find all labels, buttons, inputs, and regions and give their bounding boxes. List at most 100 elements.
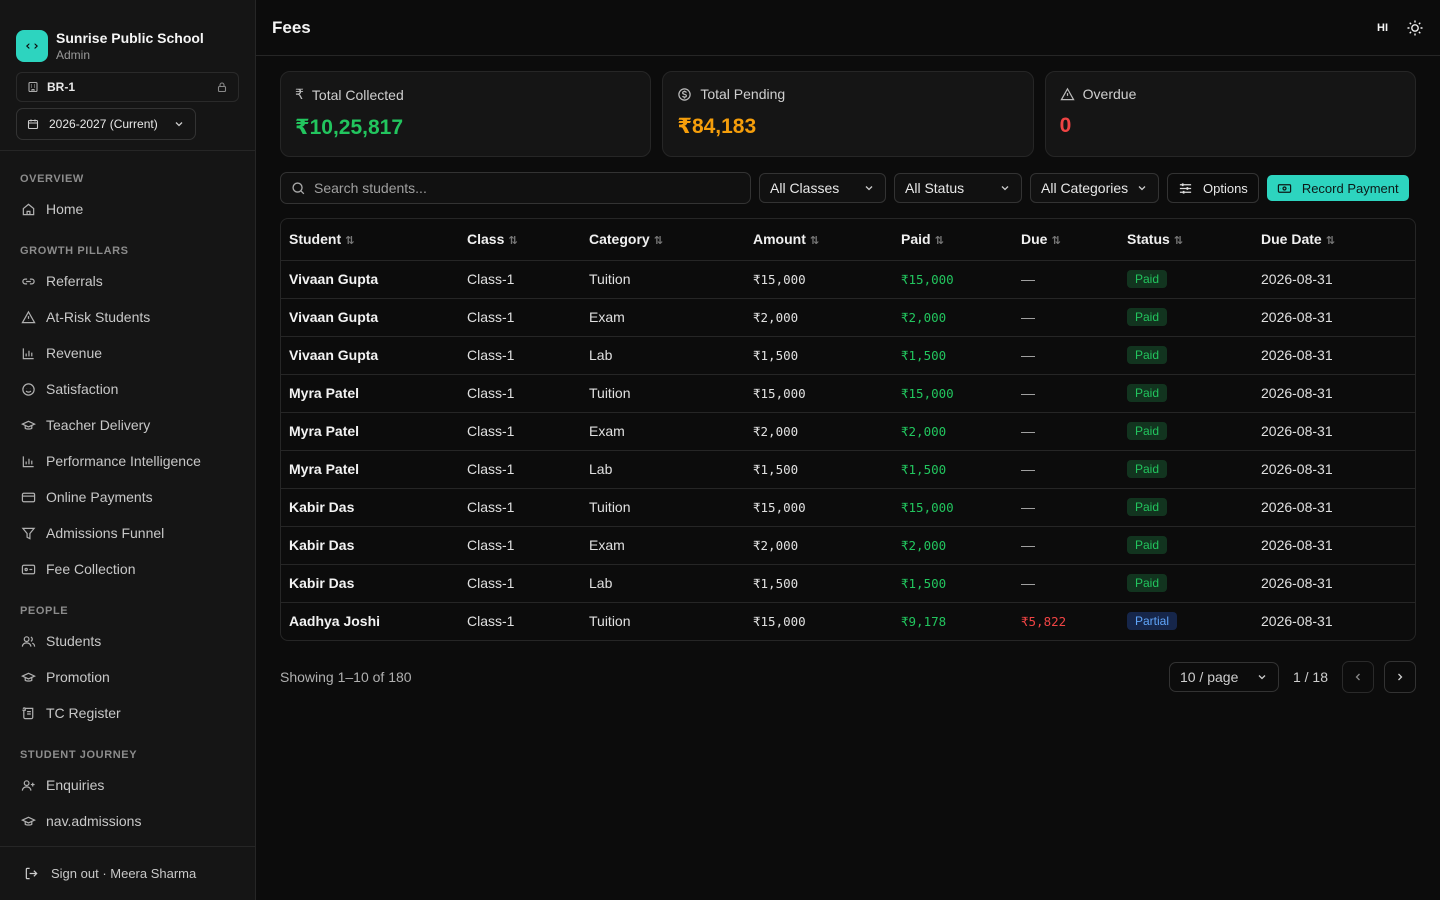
options-button[interactable]: Options [1167,173,1259,203]
sign-out-button[interactable]: Sign out · Meera Sharma [0,846,255,900]
column-header-status[interactable]: Status ⇅ [1119,219,1253,261]
paid-cell: ₹1,500 [893,450,1013,489]
main-content: Fees HI ₹ Total Collected ₹10,25,817 Tot… [256,0,1440,900]
status-badge: Paid [1127,308,1168,326]
status-filter-select[interactable]: All Status [894,173,1022,203]
code-logo-icon: ‹› [16,30,48,62]
column-header-category[interactable]: Category ⇅ [581,219,745,261]
total-pending-card: Total Pending ₹84,183 [662,71,1034,157]
sidebar-item-at-risk-students[interactable]: At-Risk Students [0,299,255,335]
status-badge: Paid [1127,574,1168,592]
table-row[interactable]: Kabir Das Class-1 Tuition ₹15,000 ₹15,000— Pa… [281,488,1415,527]
link-icon [20,273,36,289]
search-icon [291,181,306,196]
student-cell: Myra Patel [281,450,459,489]
record-payment-button[interactable]: Record Payment [1266,175,1409,201]
category-cell: Tuition [581,260,745,299]
sidebar-item-fee-collection[interactable]: Fee Collection [0,551,255,587]
student-cell: Myra Patel [281,412,459,451]
sidebar-item-tc-register[interactable]: TC Register [0,695,255,731]
table-row[interactable]: Vivaan Gupta Class-1 Exam ₹2,000 ₹2,000— Paid… [281,298,1415,337]
sun-icon[interactable] [1406,19,1424,37]
banknote-icon [1277,181,1292,196]
sidebar-item-revenue[interactable]: Revenue [0,335,255,371]
sidebar-item-label: Teacher Delivery [46,417,151,433]
prev-page-button[interactable] [1342,661,1374,693]
column-header-paid[interactable]: Paid ⇅ [893,219,1013,261]
chevron-down-icon [863,182,875,194]
sidebar-item-admissions-funnel[interactable]: Admissions Funnel [0,515,255,551]
amount-cell: ₹15,000 [745,374,893,413]
sidebar-item-satisfaction[interactable]: Satisfaction [0,371,255,407]
sidebar-item-referrals[interactable]: Referrals [0,263,255,299]
table-row[interactable]: Myra Patel Class-1 Tuition ₹15,000 ₹15,000— P… [281,374,1415,413]
student-cell: Vivaan Gupta [281,260,459,299]
table-row[interactable]: Vivaan Gupta Class-1 Tuition ₹15,000 ₹15,000… [281,260,1415,299]
table-row[interactable]: Myra Patel Class-1 Exam ₹2,000 ₹2,000— Paid 20… [281,412,1415,451]
smile-icon [20,381,36,397]
wallet-icon [20,561,36,577]
paid-cell: ₹9,178 [901,613,947,629]
sidebar-item-admissions[interactable]: nav.admissions [0,803,255,839]
sidebar-item-home[interactable]: Home [0,191,255,227]
due-cell: — [1013,260,1119,299]
class-cell: Class-1 [459,260,581,299]
sort-icon: ⇅ [508,235,518,248]
amount-cell: ₹1,500 [745,564,893,603]
next-page-button[interactable] [1384,661,1416,693]
sidebar-item-enquiries[interactable]: Enquiries [0,767,255,803]
search-input[interactable] [314,180,714,196]
per-page-select[interactable]: 10 / page [1168,662,1279,692]
class-filter-select[interactable]: All Classes [759,173,886,203]
language-toggle[interactable]: HI [1377,22,1388,34]
table-row[interactable]: Myra Patel Class-1 Lab ₹1,500 ₹1,500— Paid 202… [281,450,1415,489]
column-header-due[interactable]: Due ⇅ [1013,219,1119,261]
branch-selector[interactable]: BR-1 [16,72,239,102]
chevron-down-icon [1136,182,1148,194]
class-cell: Class-1 [459,526,581,565]
sidebar-item-label: Home [46,201,84,217]
class-cell: Class-1 [459,374,581,413]
category-cell: Tuition [581,374,745,413]
column-header-class[interactable]: Class ⇅ [459,219,581,261]
class-cell: Class-1 [459,298,581,337]
chevron-left-icon [1352,671,1364,683]
status-filter-label: All Status [905,180,965,196]
warning-icon [20,309,36,325]
due-date-cell: 2026-08-31 [1253,260,1415,299]
status-cell: Paid [1119,374,1253,413]
sidebar-item-promotion[interactable]: Promotion [0,659,255,695]
table-row[interactable]: Kabir Das Class-1 Exam ₹2,000 ₹2,000— Paid 202… [281,526,1415,565]
dollar-circle-icon [677,87,692,102]
table-row[interactable]: Vivaan Gupta Class-1 Lab ₹1,500 ₹1,500— Paid 2… [281,336,1415,375]
record-payment-label: Record Payment [1301,180,1399,196]
table-row[interactable]: Aadhya Joshi Class-1 Tuition ₹15,000 ₹9,178 ₹… [281,602,1415,640]
due-cell: — [1013,412,1119,451]
options-label: Options [1203,180,1248,196]
column-header-student[interactable]: Student ⇅ [281,219,459,261]
category-cell: Tuition [581,488,745,527]
paid-cell: ₹1,500 [893,564,1013,603]
total-collected-card: ₹ Total Collected ₹10,25,817 [280,71,652,157]
status-badge: Paid [1127,536,1168,554]
academic-year-select[interactable]: 2026-2027 (Current) [16,108,196,140]
sidebar-item-online-payments[interactable]: Online Payments [0,479,255,515]
sidebar-item-performance-intelligence[interactable]: Performance Intelligence [0,443,255,479]
total-collected-label: Total Collected [311,86,404,103]
category-cell: Tuition [589,613,631,630]
fees-table: Student ⇅ Class ⇅ Category ⇅ Amount ⇅ Paid ⇅ … [280,218,1416,641]
sidebar-item-students[interactable]: Students [0,623,255,659]
category-filter-select[interactable]: All Categories [1030,173,1159,203]
column-header-due-date[interactable]: Due Date ⇅ [1253,219,1415,261]
graduation-cap-icon [20,813,36,829]
class-cell: Class-1 [459,412,581,451]
chevron-down-icon [173,118,185,130]
column-header-amount[interactable]: Amount ⇅ [745,219,893,261]
sidebar-item-teacher-delivery[interactable]: Teacher Delivery [0,407,255,443]
table-row[interactable]: Kabir Das Class-1 Lab ₹1,500 ₹1,500— Paid 2026… [281,564,1415,603]
sidebar-item-label: Enquiries [46,777,105,793]
funnel-icon [20,525,36,541]
category-cell: Exam [581,298,745,337]
credit-card-icon [20,489,36,505]
status-cell: Paid [1119,298,1253,337]
